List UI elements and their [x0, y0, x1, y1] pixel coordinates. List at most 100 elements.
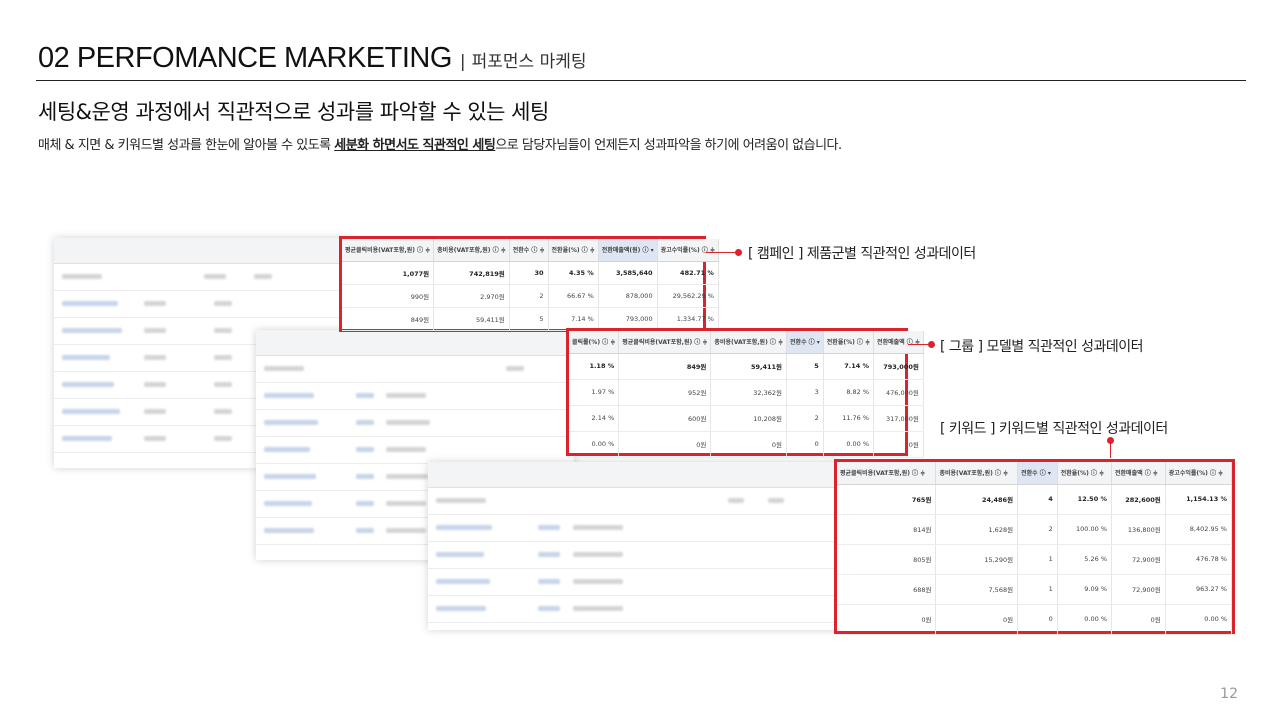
column-header[interactable]: 전환율(%) ⓘ ≑ [548, 239, 599, 262]
table-cell: 0원 [710, 431, 788, 458]
column-header[interactable]: 전환매출액 ⓘ ≑ [1111, 462, 1166, 485]
table-cell: 0원 [873, 431, 924, 458]
table-cell: 7.14 % [548, 307, 599, 331]
table-cell: 5 [786, 353, 824, 380]
title-separator: | [459, 52, 466, 72]
keyword-list-screenshot [428, 462, 840, 630]
column-header[interactable]: 총비용(VAT포함,원) ⓘ ≑ [433, 239, 510, 262]
table-cell: 15,290원 [935, 544, 1019, 575]
table-cell: 24,486원 [935, 484, 1019, 515]
table-cell: 66.67 % [548, 284, 599, 308]
table-cell: 0 [1017, 604, 1058, 635]
group-connector-dot [928, 341, 935, 348]
column-header[interactable]: 전환매출액(원) ⓘ ▾ [598, 239, 658, 262]
column-header[interactable]: 광고수익률(%) ⓘ ≑ [1165, 462, 1233, 485]
table-cell: 2,970원 [433, 284, 510, 308]
table-cell: 2 [1017, 514, 1058, 545]
column-header[interactable]: 총비용(VAT포함,원) ⓘ ≑ [935, 462, 1019, 485]
table-row: 1.97 % 952원 32,362원 3 8.82 % 476,000원 [569, 379, 924, 406]
table-cell: 0 [786, 431, 824, 458]
table-cell: 1 [1017, 544, 1058, 575]
table-cell: 100.00 % [1057, 514, 1113, 545]
table-cell: 5.26 % [1057, 544, 1113, 575]
table-cell: 0.00 % [1057, 604, 1113, 635]
table-cell: 476,000원 [873, 379, 924, 406]
slide-subtitle: 퍼포먼스 마케팅 [471, 52, 587, 72]
table-row: 849원 59,411원 5 7.14 % 793,000 1,334.77 % [342, 307, 719, 331]
table-row: 0원 0원 0 0.00 % 0원 0.00 % [837, 604, 1233, 635]
table-cell: 849원 [618, 353, 712, 380]
table-cell: 849원 [342, 307, 435, 331]
table-cell: 765원 [837, 484, 937, 515]
table-cell: 793,000원 [873, 353, 924, 380]
column-header[interactable]: 클릭률(%) ⓘ ≑ [569, 331, 620, 354]
table-cell: 30 [509, 261, 549, 285]
keyword-callout-label: [ 키워드 ] 키워드별 직관적인 성과데이터 [940, 421, 1168, 437]
column-header[interactable]: 광고수익률(%) ⓘ ≑ [657, 239, 719, 262]
table-cell: 4 [1017, 484, 1058, 515]
headline: 세팅&운영 과정에서 직관적으로 성과를 파악할 수 있는 세팅 [38, 100, 549, 124]
total-row: 765원 24,486원 4 12.50 % 282,600원 1,154.13 % [837, 484, 1233, 515]
table-cell: 3 [786, 379, 824, 406]
campaign-table-header-row: 평균클릭비용(VAT포함,원) ⓘ ≑ 총비용(VAT포함,원) ⓘ ≑ 전환수 ⓘ… [342, 239, 719, 262]
table-cell: 742,819원 [433, 261, 510, 285]
column-header[interactable]: 전환수 ⓘ ▾ [786, 331, 824, 354]
group-callout-label: [ 그룹 ] 모델별 직관적인 성과데이터 [940, 339, 1144, 355]
campaign-connector-line [706, 252, 738, 253]
table-cell: 11.76 % [823, 405, 875, 432]
column-header[interactable]: 전환율(%) ⓘ ≑ [823, 331, 875, 354]
table-cell: 8.82 % [823, 379, 875, 406]
column-header[interactable]: 평균클릭비용(VAT포함,원) ⓘ ≑ [342, 239, 435, 262]
table-row: 688원 7,568원 1 9.09 % 72,900원 963.27 % [837, 574, 1233, 605]
column-header[interactable]: 평균클릭비용(VAT포함,원) ⓘ ≑ [618, 331, 712, 354]
table-cell: 990원 [342, 284, 435, 308]
table-cell: 1,628원 [935, 514, 1019, 545]
table-cell: 688원 [837, 574, 937, 605]
table-cell: 7.14 % [823, 353, 875, 380]
column-header[interactable]: 전환율(%) ⓘ ≑ [1057, 462, 1113, 485]
campaign-performance-table: 평균클릭비용(VAT포함,원) ⓘ ≑ 총비용(VAT포함,원) ⓘ ≑ 전환수 ⓘ… [339, 236, 719, 332]
keyword-performance-table: 평균클릭비용(VAT포함,원) ⓘ ≑ 총비용(VAT포함,원) ⓘ ≑ 전환수 ⓘ… [834, 459, 1235, 635]
group-performance-table: 클릭률(%) ⓘ ≑ 평균클릭비용(VAT포함,원) ⓘ ≑ 총비용(VAT포함,원… [566, 328, 924, 458]
group-connector-line [908, 344, 930, 345]
table-cell: 793,000 [598, 307, 658, 331]
column-header[interactable]: 평균클릭비용(VAT포함,원) ⓘ ≑ [837, 462, 937, 485]
table-cell: 0.00 % [1165, 604, 1233, 635]
description: 매체 & 지면 & 키워드별 성과를 한눈에 알아볼 수 있도록 세분화 하면서… [38, 134, 842, 153]
table-cell: 952원 [618, 379, 712, 406]
table-row: 990원 2,970원 2 66.67 % 878,000 29,562.29 % [342, 284, 719, 308]
description-text-after: 으로 담당자님들이 언제든지 성과파악을 하기에 어려움이 없습니다. [495, 138, 842, 153]
page-number: 12 [1220, 686, 1238, 702]
slide-title: 02 PERFOMANCE MARKETING [38, 42, 452, 74]
table-cell: 1.18 % [569, 353, 620, 380]
slide-header: 02 PERFOMANCE MARKETING | 퍼포먼스 마케팅 [38, 42, 587, 75]
table-cell: 9.09 % [1057, 574, 1113, 605]
column-header[interactable]: 총비용(VAT포함,원) ⓘ ≑ [710, 331, 788, 354]
column-header[interactable]: 전환매출액 ⓘ ≑ [873, 331, 924, 354]
total-row: 1,077원 742,819원 30 4.35 % 3,585,640 482.71 % [342, 261, 719, 285]
description-text-before: 매체 & 지면 & 키워드별 성과를 한눈에 알아볼 수 있도록 [38, 138, 335, 153]
column-header[interactable]: 전환수 ⓘ ▾ [1017, 462, 1058, 485]
table-cell: 0원 [935, 604, 1019, 635]
table-cell: 317,000원 [873, 405, 924, 432]
table-row: 0.00 % 0원 0원 0 0.00 % 0원 [569, 431, 924, 458]
table-cell: 482.71 % [657, 261, 719, 285]
table-cell: 1 [1017, 574, 1058, 605]
column-header[interactable]: 전환수 ⓘ ≑ [509, 239, 549, 262]
table-cell: 0.00 % [569, 431, 620, 458]
table-cell: 10,208원 [710, 405, 788, 432]
table-row: 805원 15,290원 1 5.26 % 72,900원 476.78 % [837, 544, 1233, 575]
table-cell: 5 [509, 307, 549, 331]
table-cell: 3,585,640 [598, 261, 658, 285]
table-row: 2.14 % 600원 10,208원 2 11.76 % 317,000원 [569, 405, 924, 432]
table-cell: 814원 [837, 514, 937, 545]
table-cell: 59,411원 [710, 353, 788, 380]
table-cell: 0원 [837, 604, 937, 635]
table-cell: 2 [509, 284, 549, 308]
keyword-table-header-row: 평균클릭비용(VAT포함,원) ⓘ ≑ 총비용(VAT포함,원) ⓘ ≑ 전환수 ⓘ… [837, 462, 1233, 485]
table-cell: 476.78 % [1165, 544, 1233, 575]
table-cell: 4.35 % [548, 261, 599, 285]
table-cell: 963.27 % [1165, 574, 1233, 605]
campaign-callout-label: [ 캠페인 ] 제품군별 직관적인 성과데이터 [748, 246, 976, 262]
campaign-connector-dot [735, 249, 742, 256]
